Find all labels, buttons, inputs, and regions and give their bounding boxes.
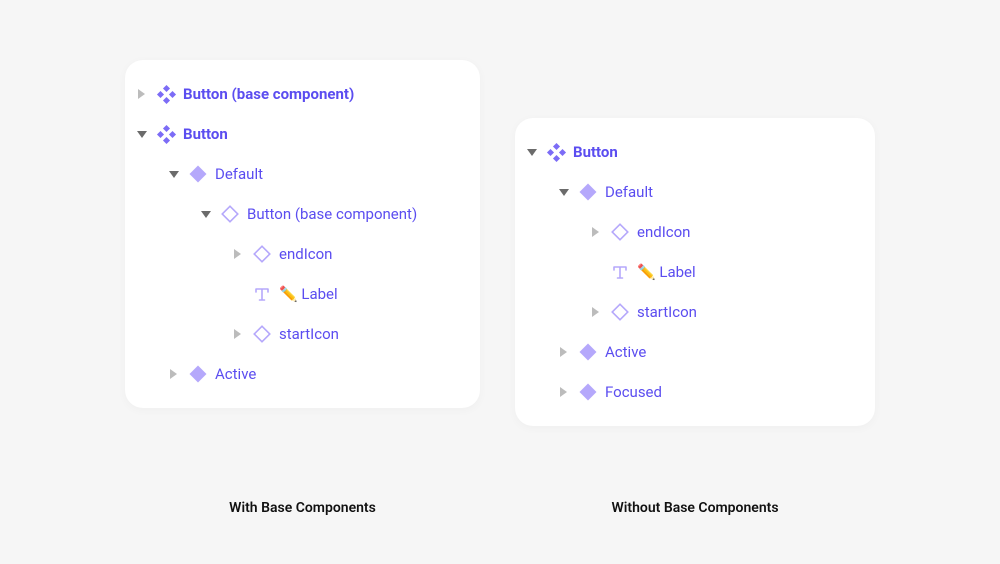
tree-panel-with-base: Button (base component) Button Default B… <box>125 60 480 408</box>
tree-row-label: Default <box>605 183 653 201</box>
chevron-down-icon[interactable] <box>167 168 181 180</box>
component-icon <box>157 85 175 103</box>
tree-row[interactable]: Button <box>525 132 859 172</box>
chevron-down-icon[interactable] <box>199 208 213 220</box>
tree-row-label: ✏️ Label <box>637 263 696 281</box>
tree-row[interactable]: Button (base component) <box>135 74 464 114</box>
panel-caption: Without Base Components <box>515 500 875 516</box>
tree-row-label: Default <box>215 165 263 183</box>
instance-icon <box>611 223 629 241</box>
tree-row[interactable]: startIcon <box>135 314 464 354</box>
chevron-right-icon[interactable] <box>135 88 149 100</box>
tree-row-label: Button (base component) <box>183 85 354 103</box>
tree-row-label: Button <box>183 125 228 143</box>
variant-icon <box>189 365 207 383</box>
tree-row[interactable]: startIcon <box>525 292 859 332</box>
chevron-right-icon[interactable] <box>231 328 245 340</box>
tree-row[interactable]: Button <box>135 114 464 154</box>
instance-icon <box>253 325 271 343</box>
variant-icon <box>189 165 207 183</box>
chevron-down-icon[interactable] <box>557 186 571 198</box>
panel-caption: With Base Components <box>125 500 480 516</box>
instance-icon <box>221 205 239 223</box>
tree-row[interactable]: ✏️ Label <box>525 252 859 292</box>
chevron-right-icon[interactable] <box>557 346 571 358</box>
chevron-right-icon[interactable] <box>589 306 603 318</box>
tree-row-label: ✏️ Label <box>279 285 338 303</box>
component-icon <box>547 143 565 161</box>
text-icon <box>253 285 271 303</box>
tree-row[interactable]: Button (base component) <box>135 194 464 234</box>
variant-icon <box>579 343 597 361</box>
variant-icon <box>579 383 597 401</box>
tree-row-label: Active <box>215 365 256 383</box>
tree-row[interactable]: endIcon <box>135 234 464 274</box>
tree-row-label: Focused <box>605 383 662 401</box>
tree-row-label: endIcon <box>279 245 332 263</box>
tree-row[interactable]: Focused <box>525 372 859 412</box>
text-icon <box>611 263 629 281</box>
tree-panel-without-base: Button Default endIcon ✏️ Label startIco… <box>515 118 875 426</box>
tree-row-label: Button (base component) <box>247 205 417 223</box>
tree-row[interactable]: Active <box>525 332 859 372</box>
tree-row-label: Button <box>573 143 618 161</box>
chevron-right-icon[interactable] <box>231 248 245 260</box>
chevron-right-icon[interactable] <box>557 386 571 398</box>
chevron-right-icon[interactable] <box>167 368 181 380</box>
tree-row[interactable]: ✏️ Label <box>135 274 464 314</box>
tree-row[interactable]: Active <box>135 354 464 394</box>
chevron-down-icon[interactable] <box>525 146 539 158</box>
tree-row[interactable]: Default <box>525 172 859 212</box>
instance-icon <box>253 245 271 263</box>
chevron-down-icon[interactable] <box>135 128 149 140</box>
tree-row-label: Active <box>605 343 646 361</box>
tree-row-label: startIcon <box>637 303 697 321</box>
tree-row-label: endIcon <box>637 223 690 241</box>
variant-icon <box>579 183 597 201</box>
component-icon <box>157 125 175 143</box>
tree-row[interactable]: endIcon <box>525 212 859 252</box>
tree-row[interactable]: Default <box>135 154 464 194</box>
tree-row-label: startIcon <box>279 325 339 343</box>
instance-icon <box>611 303 629 321</box>
chevron-right-icon[interactable] <box>589 226 603 238</box>
